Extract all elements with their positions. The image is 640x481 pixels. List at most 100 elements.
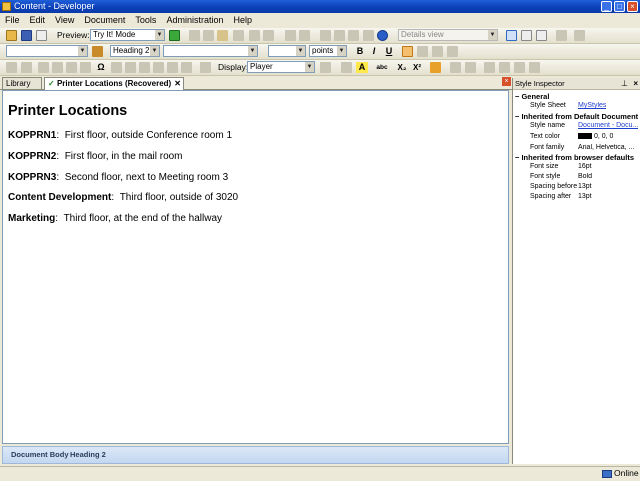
undo-icon[interactable] (249, 30, 260, 41)
font-unit-select[interactable]: points ▼ (309, 45, 347, 57)
section-inherited-document[interactable]: − Inherited from Default Document (515, 112, 638, 121)
open-icon[interactable] (6, 30, 17, 41)
menu-help[interactable]: Help (228, 13, 257, 27)
font-size-select[interactable]: ▼ (268, 45, 306, 57)
frame-icon[interactable] (200, 62, 211, 73)
font-family-select[interactable]: ▼ (163, 45, 258, 57)
display-options-icon[interactable] (320, 62, 331, 73)
close-document-icon[interactable]: × (502, 77, 511, 86)
pin-icon[interactable]: ⊥ (621, 78, 628, 89)
document-paragraph[interactable]: KOPPRN3: Second floor, next to Meeting r… (8, 172, 228, 183)
section-browser-defaults[interactable]: − Inherited from browser defaults (515, 153, 634, 162)
close-icon[interactable]: × (633, 78, 638, 89)
close-button[interactable]: × (627, 1, 638, 12)
preview-mode-select[interactable]: Try It! Mode ▼ (90, 29, 165, 41)
indent-icon[interactable] (499, 62, 510, 73)
highlight-button[interactable]: A (356, 62, 368, 73)
table-properties-icon[interactable] (181, 62, 192, 73)
list-icon[interactable] (80, 62, 91, 73)
view-mode-select[interactable]: Details view ▼ (398, 29, 498, 41)
tools-icon[interactable] (363, 30, 374, 41)
copy-icon[interactable] (203, 30, 214, 41)
style-name-link[interactable]: Document - Docu... (578, 122, 638, 129)
display-select[interactable]: Player ▼ (247, 61, 315, 73)
binoculars-icon[interactable] (167, 62, 178, 73)
menu-edit[interactable]: Edit (25, 13, 51, 27)
rows-icon[interactable] (125, 62, 136, 73)
paste-icon[interactable] (217, 30, 228, 41)
format-painter-icon[interactable] (92, 46, 103, 57)
link-icon[interactable] (6, 62, 17, 73)
menu-file[interactable]: File (0, 13, 25, 27)
font-family-value: Arial, Helvetica, ... (578, 144, 635, 151)
layout-split-icon[interactable] (521, 30, 532, 41)
document-paragraph[interactable]: Content Development: Third floor, outsid… (8, 192, 238, 203)
section-title: General (521, 92, 550, 101)
font-name-select[interactable]: ▼ (6, 45, 88, 57)
align-right-icon[interactable] (432, 46, 443, 57)
justify-icon[interactable] (447, 46, 458, 57)
tab-printer-locations[interactable]: ✓ Printer Locations (Recovered) ✕ (44, 77, 184, 90)
unlink-icon[interactable] (21, 62, 32, 73)
menu-administration[interactable]: Administration (161, 13, 228, 27)
cut-icon[interactable] (189, 30, 200, 41)
paragraph-style-select[interactable]: Heading 2 ▼ (110, 45, 160, 57)
menu-tools[interactable]: Tools (130, 13, 161, 27)
breadcrumb-item[interactable]: Heading 2 (70, 447, 106, 463)
table-icon[interactable] (52, 62, 63, 73)
media-icon[interactable] (153, 62, 164, 73)
document-paragraph[interactable]: KOPPRN2: First floor, in the mail room (8, 151, 183, 162)
subscript-button[interactable]: X₂ (395, 62, 409, 73)
document-heading[interactable]: Printer Locations (8, 103, 127, 119)
document-paragraph[interactable]: Marketing: Third floor, at the end of th… (8, 213, 222, 224)
find-icon[interactable] (320, 30, 331, 41)
publish-icon[interactable] (556, 30, 567, 41)
underline-button[interactable]: U (383, 46, 395, 57)
section-general[interactable]: − General (515, 92, 549, 101)
style-sheet-link[interactable]: MyStyles (578, 102, 606, 109)
document-editor[interactable]: Printer Locations KOPPRN1: First floor, … (2, 90, 509, 444)
spellcheck-icon[interactable] (348, 30, 359, 41)
spelling-button[interactable]: abc (374, 62, 390, 73)
minimize-button[interactable]: _ (601, 1, 612, 12)
align-left-icon[interactable] (402, 46, 413, 57)
save-icon[interactable] (21, 30, 32, 41)
layout-columns-icon[interactable] (536, 30, 547, 41)
eraser-icon[interactable] (430, 62, 441, 73)
breadcrumb-item[interactable]: Document Body (11, 447, 69, 463)
bulleted-list-icon[interactable] (465, 62, 476, 73)
grid-icon[interactable] (66, 62, 77, 73)
help-icon[interactable] (377, 30, 388, 41)
image-icon[interactable] (139, 62, 150, 73)
superscript-button[interactable]: X² (410, 62, 424, 73)
refresh-icon[interactable] (574, 30, 585, 41)
menu-view[interactable]: View (50, 13, 79, 27)
document-paragraph[interactable]: KOPPRN1: First floor, outside Conference… (8, 130, 232, 141)
redo-icon[interactable] (263, 30, 274, 41)
online-status: Online (614, 468, 639, 478)
text-color-icon[interactable] (341, 62, 352, 73)
delete-icon[interactable] (233, 30, 244, 41)
maximize-button[interactable]: □ (614, 1, 625, 12)
outdent-icon[interactable] (484, 62, 495, 73)
more-icon[interactable] (529, 62, 540, 73)
bold-button[interactable]: B (354, 46, 366, 57)
printer-name: KOPPRN3 (8, 172, 57, 183)
print-icon[interactable] (36, 30, 47, 41)
columns-icon[interactable] (111, 62, 122, 73)
preview-go-icon[interactable] (169, 30, 180, 41)
close-tab-icon[interactable]: ✕ (174, 78, 181, 90)
insert-table-icon[interactable] (285, 30, 296, 41)
align-center-icon[interactable] (417, 46, 428, 57)
property-label: Spacing after (530, 193, 572, 200)
menu-document[interactable]: Document (79, 13, 130, 27)
italic-button[interactable]: I (368, 46, 380, 57)
special-character-button[interactable]: Ω (95, 62, 107, 73)
tab-library[interactable]: Library (2, 77, 42, 89)
replace-icon[interactable] (334, 30, 345, 41)
layout-single-icon[interactable] (506, 30, 517, 41)
numbered-list-icon[interactable] (450, 62, 461, 73)
insert-image-icon[interactable] (299, 30, 310, 41)
anchor-icon[interactable] (38, 62, 49, 73)
quote-icon[interactable] (514, 62, 525, 73)
